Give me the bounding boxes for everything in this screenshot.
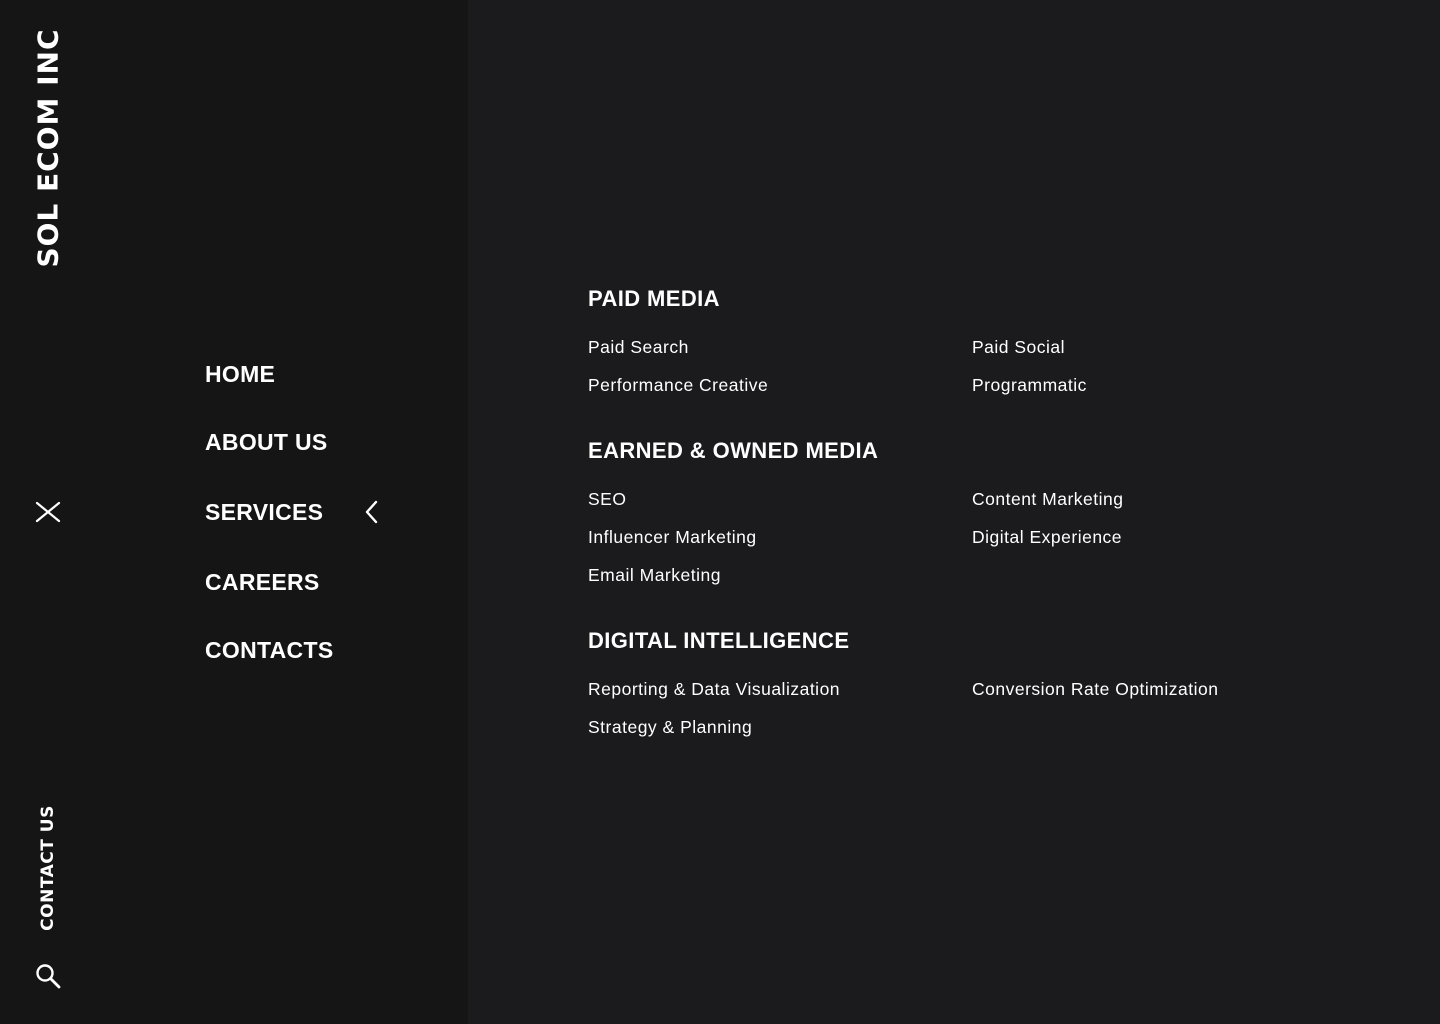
services-collapse-button[interactable] bbox=[362, 498, 382, 526]
nav-item-services[interactable]: SERVICES bbox=[205, 498, 323, 526]
close-icon bbox=[35, 501, 61, 523]
services-submenu-panel bbox=[468, 0, 1440, 1024]
close-menu-button[interactable] bbox=[34, 498, 62, 526]
service-link-digital-experience[interactable]: Digital Experience bbox=[972, 526, 1122, 548]
service-link-programmatic[interactable]: Programmatic bbox=[972, 374, 1087, 396]
chevron-left-icon bbox=[365, 500, 378, 524]
service-link-content-marketing[interactable]: Content Marketing bbox=[972, 488, 1124, 510]
service-link-seo[interactable]: SEO bbox=[588, 488, 626, 510]
search-icon bbox=[36, 964, 61, 989]
contact-us-link[interactable]: CONTACT US bbox=[38, 805, 58, 931]
service-link-email-marketing[interactable]: Email Marketing bbox=[588, 564, 721, 586]
section-title-paid-media: PAID MEDIA bbox=[588, 286, 720, 311]
service-link-reporting-data-visualization[interactable]: Reporting & Data Visualization bbox=[588, 678, 840, 700]
service-link-performance-creative[interactable]: Performance Creative bbox=[588, 374, 768, 396]
service-link-strategy-planning[interactable]: Strategy & Planning bbox=[588, 716, 752, 738]
service-link-influencer-marketing[interactable]: Influencer Marketing bbox=[588, 526, 757, 548]
nav-item-about-us[interactable]: ABOUT US bbox=[205, 428, 328, 456]
brand-logo-text[interactable]: SOL ECOM INC bbox=[32, 28, 65, 267]
nav-item-careers[interactable]: CAREERS bbox=[205, 568, 320, 596]
nav-item-contacts[interactable]: CONTACTS bbox=[205, 636, 333, 664]
service-link-conversion-rate-optimization[interactable]: Conversion Rate Optimization bbox=[972, 678, 1218, 700]
section-title-digital-intelligence: DIGITAL INTELLIGENCE bbox=[588, 628, 850, 653]
service-link-paid-search[interactable]: Paid Search bbox=[588, 336, 689, 358]
service-link-paid-social[interactable]: Paid Social bbox=[972, 336, 1065, 358]
sidebar-menu-panel: SOL ECOM INC CONTACT US HOME ABOUT US SE… bbox=[0, 0, 468, 1024]
nav-item-home[interactable]: HOME bbox=[205, 360, 275, 388]
section-title-earned-owned-media: EARNED & OWNED MEDIA bbox=[588, 438, 879, 463]
search-button[interactable] bbox=[34, 962, 62, 990]
